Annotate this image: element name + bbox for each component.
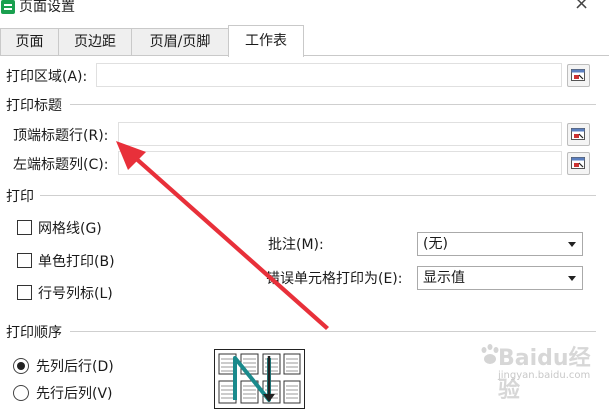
over-then-down-label: 先行后列(V) xyxy=(36,386,113,402)
print-area-label: 打印区域(A): xyxy=(6,69,88,85)
print-area-input[interactable] xyxy=(96,63,562,87)
over-then-down-radio[interactable] xyxy=(13,385,29,401)
page-order-preview-icon xyxy=(214,349,305,409)
divider xyxy=(40,195,596,196)
row-col-headers-checkbox[interactable] xyxy=(17,285,32,300)
print-titles-group-label: 打印标题 xyxy=(6,98,62,114)
down-then-over-label: 先列后行(D) xyxy=(36,359,114,375)
tab-strip: 页面 页边距 页眉/页脚 工作表 xyxy=(0,25,609,57)
comments-selected-value: (无) xyxy=(423,236,448,252)
top-rows-label: 顶端标题行(R): xyxy=(13,128,109,144)
dialog-title: 页面设置 xyxy=(19,0,75,15)
divider xyxy=(70,104,596,105)
print-area-range-button[interactable] xyxy=(567,64,590,87)
tab-sheet[interactable]: 工作表 xyxy=(228,25,304,57)
spreadsheet-app-icon xyxy=(1,0,15,14)
range-select-icon xyxy=(571,69,585,81)
cell-errors-label: 错误单元格打印为(E): xyxy=(266,271,403,287)
left-cols-range-button[interactable] xyxy=(567,152,590,175)
down-then-over-radio[interactable] xyxy=(13,358,29,374)
gridlines-label: 网格线(G) xyxy=(38,221,102,237)
range-select-icon xyxy=(571,128,585,140)
tab-header-footer[interactable]: 页眉/页脚 xyxy=(131,28,229,56)
cell-errors-selected-value: 显示值 xyxy=(423,270,465,286)
mono-print-checkbox[interactable] xyxy=(17,253,32,268)
print-group-label: 打印 xyxy=(6,189,34,205)
mono-print-label: 单色打印(B) xyxy=(38,254,115,270)
comments-select[interactable]: (无) xyxy=(417,232,583,256)
row-col-headers-label: 行号列标(L) xyxy=(38,286,113,302)
title-bar: 页面设置 × xyxy=(0,0,609,22)
chevron-down-icon xyxy=(568,276,576,281)
tab-margins[interactable]: 页边距 xyxy=(58,28,132,56)
top-rows-input[interactable] xyxy=(118,122,562,146)
left-cols-label: 左端标题列(C): xyxy=(13,157,109,173)
watermark-url: jingyan.baidu.com xyxy=(498,370,591,381)
top-rows-range-button[interactable] xyxy=(567,123,590,146)
paw-icon xyxy=(481,344,499,364)
divider xyxy=(70,331,596,332)
left-cols-input[interactable] xyxy=(118,151,562,175)
tab-page[interactable]: 页面 xyxy=(0,28,59,56)
chevron-down-icon xyxy=(568,242,576,247)
gridlines-checkbox[interactable] xyxy=(17,220,32,235)
page-order-group-label: 打印顺序 xyxy=(6,325,62,341)
comments-label: 批注(M): xyxy=(268,237,324,253)
close-button[interactable]: × xyxy=(574,0,589,14)
cell-errors-select[interactable]: 显示值 xyxy=(417,266,583,290)
baidu-watermark-logo: Baidu经验 jingyan.baidu.com xyxy=(480,340,606,403)
range-select-icon xyxy=(571,157,585,169)
